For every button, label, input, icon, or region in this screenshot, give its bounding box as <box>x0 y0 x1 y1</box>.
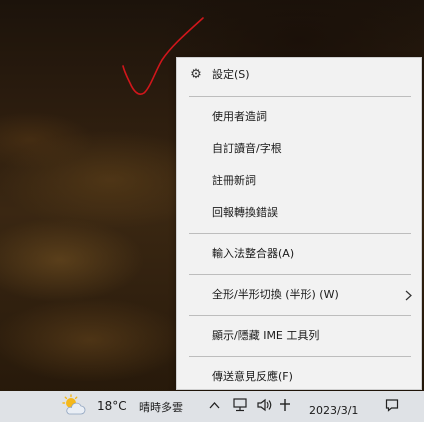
weather-temperature[interactable]: 18°C <box>97 399 127 413</box>
menu-item-toggle-ime-toolbar[interactable]: 顯示/隱藏 IME 工具列 <box>177 321 421 351</box>
menu-item-label: 設定(S) <box>212 68 250 81</box>
menu-item-label: 輸入法整合器(A) <box>212 247 295 260</box>
menu-item-register-new-word[interactable]: 註冊新詞 <box>177 166 421 196</box>
menu-item-report-conversion-error[interactable]: 回報轉換錯誤 <box>177 198 421 228</box>
taskbar-date[interactable]: 2023/3/1 <box>309 404 358 417</box>
chevron-up-icon[interactable] <box>207 396 221 414</box>
menu-item-label: 全形/半形切換 (半形) (W) <box>212 288 339 301</box>
network-icon[interactable] <box>231 396 249 414</box>
menu-item-label: 註冊新詞 <box>212 174 256 187</box>
pin-icon[interactable] <box>278 396 292 414</box>
menu-item-label: 顯示/隱藏 IME 工具列 <box>212 329 320 342</box>
menu-item-width-toggle[interactable]: 全形/半形切換 (半形) (W) <box>177 280 421 310</box>
menu-item-ime-integrator[interactable]: 輸入法整合器(A) <box>177 239 421 269</box>
gear-icon: ⚙ <box>190 67 202 82</box>
menu-item-label: 使用者造詞 <box>212 110 267 123</box>
menu-item-custom-pronunciation[interactable]: 自訂讀音/字根 <box>177 134 421 164</box>
menu-separator <box>189 315 411 316</box>
menu-item-user-defined-words[interactable]: 使用者造詞 <box>177 102 421 132</box>
chevron-right-icon <box>403 280 413 310</box>
weather-condition[interactable]: 晴時多雲 <box>139 399 183 415</box>
menu-separator <box>189 274 411 275</box>
menu-item-settings[interactable]: ⚙ 設定(S) <box>177 60 421 90</box>
menu-item-send-feedback[interactable]: 傳送意見反應(F) <box>177 362 421 392</box>
volume-icon[interactable] <box>255 396 273 414</box>
desktop-wallpaper: ⚙ 設定(S) 使用者造詞 自訂讀音/字根 註冊新詞 回報轉換錯誤 輸入法整合器… <box>0 0 424 422</box>
menu-item-label: 自訂讀音/字根 <box>212 142 282 155</box>
partly-cloudy-icon[interactable] <box>62 394 86 418</box>
menu-item-label: 傳送意見反應(F) <box>212 370 293 383</box>
ime-context-menu: ⚙ 設定(S) 使用者造詞 自訂讀音/字根 註冊新詞 回報轉換錯誤 輸入法整合器… <box>176 57 422 390</box>
taskbar: 18°C 晴時多雲 2023/3/1 <box>0 391 424 422</box>
menu-separator <box>189 96 411 97</box>
menu-separator <box>189 233 411 234</box>
menu-separator <box>189 356 411 357</box>
menu-item-label: 回報轉換錯誤 <box>212 206 278 219</box>
notification-icon[interactable] <box>384 396 400 414</box>
